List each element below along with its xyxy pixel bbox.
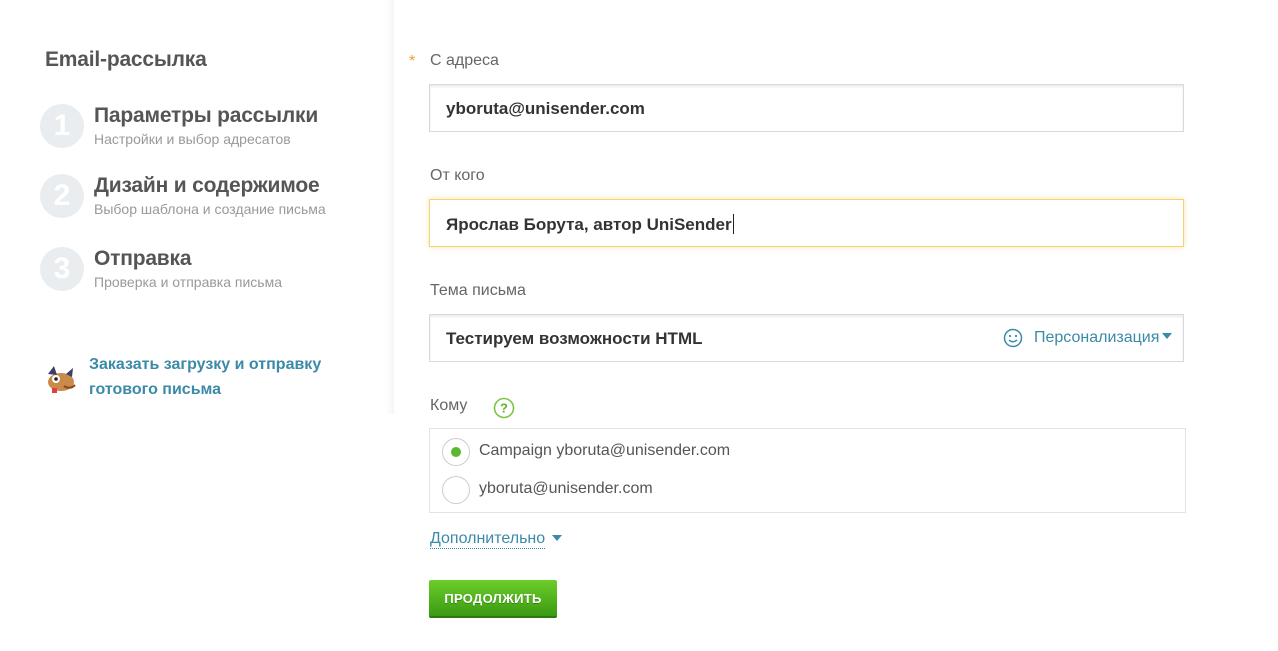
radio-button-selected[interactable] xyxy=(442,438,470,466)
sidebar-divider xyxy=(386,0,394,414)
step-send[interactable]: 3 Отправка Проверка и отправка письма xyxy=(40,247,380,297)
subject-field[interactable]: Тестируем возможности HTML Персонализаци… xyxy=(429,314,1184,362)
smile-icon[interactable] xyxy=(1003,328,1023,348)
step-subtitle: Выбор шаблона и создание письма xyxy=(94,201,326,217)
step-number: 3 xyxy=(40,247,84,291)
from-address-label: С адреса xyxy=(430,52,499,69)
from-name-text: Ярослав Борута, автор UniSender xyxy=(446,215,732,234)
step-subtitle: Проверка и отправка письма xyxy=(94,274,283,290)
step-subtitle: Настройки и выбор адресатов xyxy=(94,131,291,147)
chevron-down-icon[interactable] xyxy=(552,535,562,541)
step-parameters[interactable]: 1 Параметры рассылки Настройки и выбор а… xyxy=(40,104,380,154)
chevron-down-icon xyxy=(1162,333,1173,339)
help-icon[interactable]: ? xyxy=(493,397,515,419)
from-name-value: Ярослав Борута, автор UniSender xyxy=(446,214,734,235)
sidebar: Email-рассылка 1 Параметры рассылки Наст… xyxy=(0,0,392,414)
radio-button[interactable] xyxy=(442,476,470,504)
order-link-line2: готового письма xyxy=(89,381,222,398)
required-mark: * xyxy=(409,53,416,70)
more-options-link[interactable]: Дополнительно xyxy=(430,529,546,549)
subject-label: Тема письма xyxy=(430,282,526,299)
recipient-option-label: Campaign yboruta@unisender.com xyxy=(479,442,731,459)
personalization-label: Персонализация xyxy=(1034,329,1160,346)
order-link-line1: Заказать загрузку и отправку xyxy=(89,356,322,373)
from-name-label: От кого xyxy=(430,167,485,184)
recipient-option-label: yboruta@unisender.com xyxy=(479,480,653,497)
order-upload: Заказать загрузку и отправку готового пи… xyxy=(44,352,364,404)
step-number: 1 xyxy=(40,104,84,148)
sidebar-title: Email-рассылка xyxy=(45,48,207,71)
from-name-field[interactable]: Ярослав Борута, автор UniSender xyxy=(429,199,1184,247)
recipient-option[interactable]: Campaign yboruta@unisender.com xyxy=(442,438,942,468)
step-title: Отправка xyxy=(94,247,192,270)
personalization-dropdown[interactable]: Персонализация xyxy=(1034,329,1173,347)
from-address-field[interactable]: yboruta@unisender.com xyxy=(429,84,1184,132)
text-caret xyxy=(732,214,734,234)
svg-text:?: ? xyxy=(500,401,508,416)
step-design[interactable]: 2 Дизайн и содержимое Выбор шаблона и со… xyxy=(40,174,380,224)
recipients-list: Campaign yboruta@unisender.com yboruta@u… xyxy=(429,428,1186,513)
from-address-value: yboruta@unisender.com xyxy=(446,99,645,118)
mascot-icon xyxy=(48,366,76,393)
step-title: Параметры рассылки xyxy=(94,104,319,127)
continue-button[interactable]: ПРОДОЛЖИТЬ xyxy=(429,580,557,618)
recipient-option[interactable]: yboruta@unisender.com xyxy=(442,476,942,506)
recipients-label: Кому xyxy=(430,397,468,414)
subject-value: Тестируем возможности HTML xyxy=(446,329,703,348)
step-number: 2 xyxy=(40,174,84,218)
step-title: Дизайн и содержимое xyxy=(94,174,320,197)
order-upload-link[interactable]: Заказать загрузку и отправку готового пи… xyxy=(89,352,321,402)
